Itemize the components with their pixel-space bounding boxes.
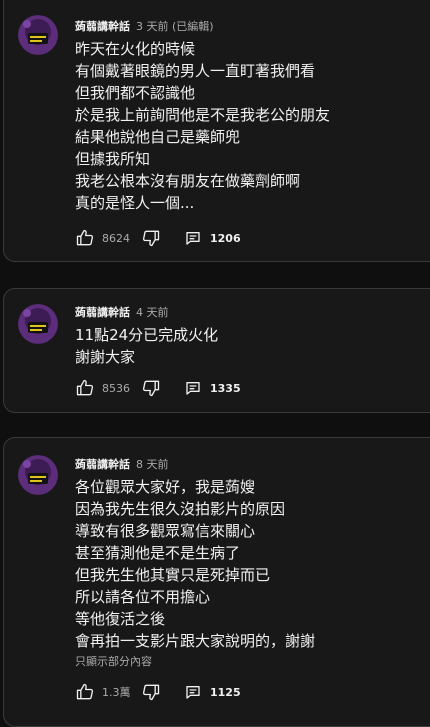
avatar-image xyxy=(18,455,58,495)
comment-time[interactable]: 4 天前 xyxy=(136,306,169,319)
comment-time[interactable]: 3 天前 (已編輯) xyxy=(136,20,214,33)
comment-card: 蒟蒻講幹話 3 天前 (已編輯) 昨天在火化的時候 有個戴著眼鏡的男人一直盯著我們… xyxy=(3,0,430,262)
comment-text: 11點24分已完成火化 謝謝大家 xyxy=(75,324,422,368)
show-more-link[interactable]: 只顯示部分內容 xyxy=(75,653,422,671)
comment-line: 等他復活之後 xyxy=(75,610,166,628)
comment-line: 因為我先生很久沒拍影片的原因 xyxy=(75,500,286,518)
thumbs-up-icon[interactable] xyxy=(74,681,96,703)
reply-count[interactable]: 1335 xyxy=(210,382,241,395)
comment-text: 昨天在火化的時候 有個戴著眼鏡的男人一直盯著我們看 但我們都不認識他 於是我上前… xyxy=(75,38,422,214)
comment-meta: 蒟蒻講幹話 8 天前 xyxy=(75,458,169,472)
comment-line: 但我先生他其實只是死掉而已 xyxy=(75,566,271,584)
thumbs-down-icon[interactable] xyxy=(140,681,162,703)
comment-card: 蒟蒻講幹話 4 天前 11點24分已完成火化 謝謝大家 8536 1335 xyxy=(3,288,430,413)
comment-line: 謝謝大家 xyxy=(75,348,136,366)
avatar[interactable] xyxy=(18,304,58,344)
comment-meta: 蒟蒻講幹話 4 天前 xyxy=(75,306,169,320)
comment-line: 但據我所知 xyxy=(75,150,151,168)
thumbs-down-icon[interactable] xyxy=(140,227,162,249)
comment-line: 有個戴著眼鏡的男人一直盯著我們看 xyxy=(75,62,316,80)
thumbs-up-icon[interactable] xyxy=(74,227,96,249)
comment-line: 各位觀眾大家好，我是蒟嫂 xyxy=(75,478,256,496)
comment-line: 會再拍一支影片跟大家說明的，謝謝 xyxy=(75,632,316,650)
comment-actions: 8624 1206 xyxy=(74,227,241,249)
author-name[interactable]: 蒟蒻講幹話 xyxy=(75,20,130,33)
comment-line: 昨天在火化的時候 xyxy=(75,40,196,58)
comment-line: 結果他說他自己是藥師兜 xyxy=(75,128,241,146)
thumbs-up-icon[interactable] xyxy=(74,377,96,399)
comment-text: 各位觀眾大家好，我是蒟嫂 因為我先生很久沒拍影片的原因 導致有很多觀眾寫信來關心… xyxy=(75,476,422,671)
comment-line: 所以請各位不用擔心 xyxy=(75,588,211,606)
comment-meta: 蒟蒻講幹話 3 天前 (已編輯) xyxy=(75,20,214,34)
comment-actions: 8536 1335 xyxy=(74,377,241,399)
like-count: 1.3萬 xyxy=(102,686,131,699)
like-count: 8536 xyxy=(102,381,130,395)
reply-icon[interactable] xyxy=(182,227,204,249)
author-name[interactable]: 蒟蒻講幹話 xyxy=(75,458,130,471)
avatar-image xyxy=(18,304,58,344)
comment-line: 11點24分已完成火化 xyxy=(75,326,219,344)
avatar-image xyxy=(18,15,58,55)
comment-line: 甚至猜測他是不是生病了 xyxy=(75,544,241,562)
comment-actions: 1.3萬 1125 xyxy=(74,681,241,703)
comment-line: 但我們都不認識他 xyxy=(75,84,196,102)
reply-icon[interactable] xyxy=(182,377,204,399)
comment-feed: 蒟蒻講幹話 3 天前 (已編輯) 昨天在火化的時候 有個戴著眼鏡的男人一直盯著我們… xyxy=(0,0,430,727)
reply-count[interactable]: 1125 xyxy=(210,686,241,699)
reply-count[interactable]: 1206 xyxy=(210,232,241,245)
comment-card: 蒟蒻講幹話 8 天前 各位觀眾大家好，我是蒟嫂 因為我先生很久沒拍影片的原因 導致… xyxy=(3,437,430,727)
avatar[interactable] xyxy=(18,455,58,495)
reply-icon[interactable] xyxy=(182,681,204,703)
avatar[interactable] xyxy=(18,15,58,55)
comment-line: 真的是怪人一個... xyxy=(75,194,195,212)
thumbs-down-icon[interactable] xyxy=(140,377,162,399)
like-count: 8624 xyxy=(102,231,130,245)
comment-time[interactable]: 8 天前 xyxy=(136,458,169,471)
comment-line: 導致有很多觀眾寫信來關心 xyxy=(75,522,256,540)
comment-line: 於是我上前詢問他是不是我老公的朋友 xyxy=(75,106,331,124)
author-name[interactable]: 蒟蒻講幹話 xyxy=(75,306,130,319)
comment-line: 我老公根本沒有朋友在做藥劑師啊 xyxy=(75,172,301,190)
